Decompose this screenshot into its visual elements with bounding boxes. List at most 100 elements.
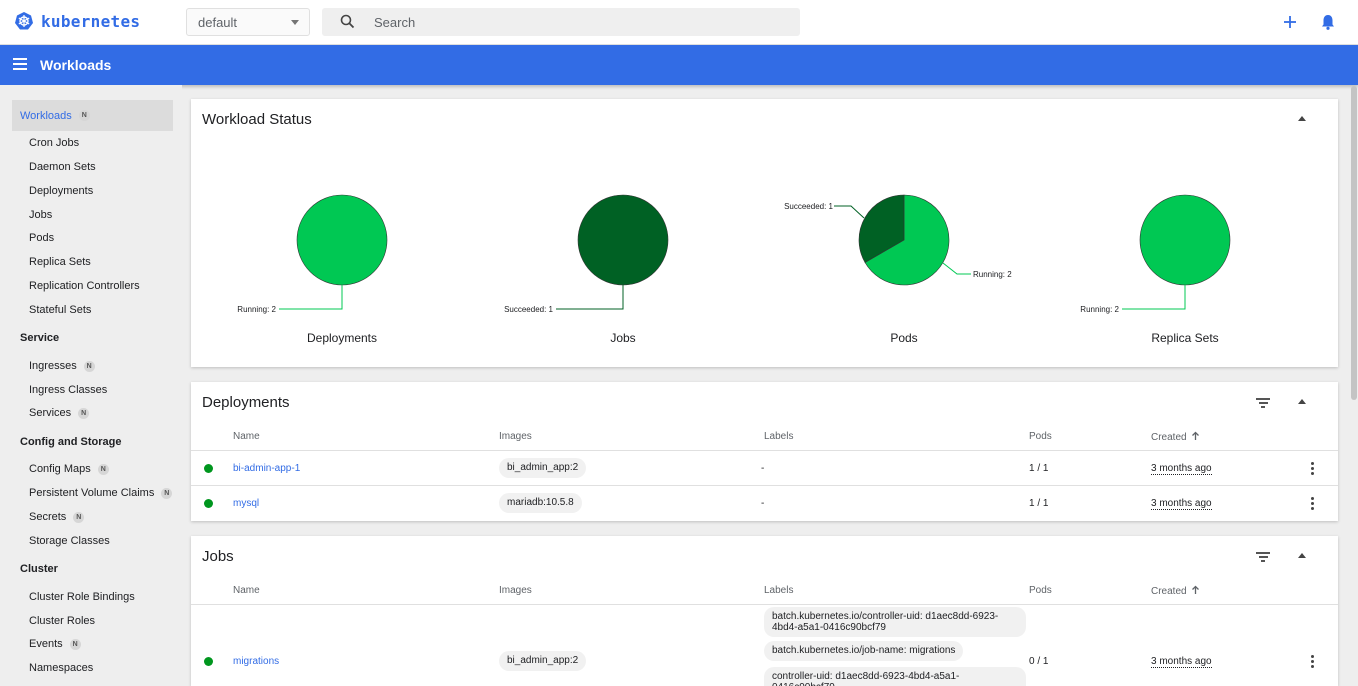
sidebar-item-persistent-volume-claims[interactable]: Persistent Volume Claims N xyxy=(29,486,173,500)
deployment-name-link[interactable]: bi-admin-app-1 xyxy=(233,463,300,474)
sidebar-item-replication-controllers[interactable]: Replication Controllers xyxy=(29,279,140,293)
kebab-icon[interactable] xyxy=(1311,462,1314,477)
sidebar: Workloads N Cron Jobs Daemon Sets Deploym… xyxy=(0,85,182,686)
chevron-down-icon xyxy=(291,20,299,25)
sidebar-item-replica-sets[interactable]: Replica Sets xyxy=(29,255,91,269)
sidebar-item-workloads[interactable]: Workloads N xyxy=(12,100,173,131)
sidebar-item-storage-classes[interactable]: Storage Classes xyxy=(29,534,110,548)
sidebar-item-deployments[interactable]: Deployments xyxy=(29,184,93,198)
menu-icon[interactable] xyxy=(13,58,27,72)
image-chip: bi_admin_app:2 xyxy=(499,651,587,671)
slice-label-succeeded: Succeeded: 1 xyxy=(784,202,833,211)
column-header-images: Images xyxy=(499,585,532,596)
namespace-select[interactable]: default xyxy=(186,8,310,36)
collapse-icon[interactable] xyxy=(1298,553,1306,558)
bell-icon[interactable] xyxy=(1318,12,1338,32)
created-value: 3 months ago xyxy=(1151,656,1212,668)
logo[interactable]: kubernetes xyxy=(14,11,140,31)
sidebar-item-cron-jobs[interactable]: Cron Jobs xyxy=(29,136,79,150)
new-badge: N xyxy=(73,511,85,523)
created-value: 3 months ago xyxy=(1151,498,1212,510)
kubernetes-wheel-icon xyxy=(15,12,33,30)
chart-title: Pods xyxy=(890,331,918,345)
callout-line xyxy=(556,285,624,310)
label-chip: controller-uid: d1aec8dd-6923-4bd4-a5a1-… xyxy=(764,667,1026,686)
sidebar-item-secrets[interactable]: Secrets N xyxy=(29,510,85,524)
chart-jobs: Succeeded: 1 Jobs xyxy=(480,99,766,367)
page-title: Workloads xyxy=(40,57,112,73)
sidebar-item-jobs[interactable]: Jobs xyxy=(29,208,52,222)
pie-slices xyxy=(296,194,388,286)
namespace-value: default xyxy=(198,15,238,30)
sidebar-section-cluster: Cluster xyxy=(20,563,58,575)
search-icon xyxy=(340,14,355,29)
pie-slices xyxy=(858,194,950,286)
sidebar-item-cluster-roles[interactable]: Cluster Roles xyxy=(29,614,95,628)
new-badge: N xyxy=(97,463,109,475)
column-header-name[interactable]: Name xyxy=(233,585,260,596)
plus-icon[interactable] xyxy=(1280,12,1300,32)
filter-icon[interactable] xyxy=(1256,398,1270,408)
row-divider xyxy=(191,450,1338,451)
new-badge: N xyxy=(83,360,95,372)
row-divider xyxy=(191,604,1338,605)
card-title: Deployments xyxy=(202,394,290,411)
status-ok-icon xyxy=(204,464,213,473)
sidebar-section-service: Service xyxy=(20,332,60,344)
collapse-icon[interactable] xyxy=(1298,399,1306,404)
sidebar-item-pods[interactable]: Pods xyxy=(29,231,54,245)
filter-icon[interactable] xyxy=(1256,552,1270,562)
label-chip: batch.kubernetes.io/controller-uid: d1ae… xyxy=(764,607,1026,637)
pods-value: 1 / 1 xyxy=(1029,498,1049,509)
status-ok-icon xyxy=(204,657,213,666)
deployment-name-link[interactable]: mysql xyxy=(233,498,259,509)
deployments-pie: Running: 2 xyxy=(237,194,388,314)
jobs-pie: Succeeded: 1 xyxy=(504,194,669,314)
column-header-created[interactable]: Created xyxy=(1151,585,1200,597)
sidebar-item-config-maps[interactable]: Config Maps N xyxy=(29,462,109,476)
new-badge: N xyxy=(78,110,90,121)
sidebar-section-config: Config and Storage xyxy=(20,436,122,448)
chart-pods: Succeeded: 1 Running: 2 Pods xyxy=(761,99,1047,367)
sidebar-item-events[interactable]: Events N xyxy=(29,637,81,651)
kebab-icon[interactable] xyxy=(1311,497,1314,512)
jobs-card: Jobs Name Images Labels Pods Created mig… xyxy=(191,536,1338,686)
sidebar-item-cluster-role-bindings[interactable]: Cluster Role Bindings xyxy=(29,590,135,604)
sidebar-item-ingress-classes[interactable]: Ingress Classes xyxy=(29,383,107,397)
callout-line xyxy=(942,262,971,275)
sidebar-item-daemon-sets[interactable]: Daemon Sets xyxy=(29,160,96,174)
labels-value: - xyxy=(761,463,765,474)
pie-slices xyxy=(577,194,669,286)
sidebar-item-stateful-sets[interactable]: Stateful Sets xyxy=(29,303,91,317)
column-header-pods: Pods xyxy=(1029,585,1052,596)
workload-status-card: Workload Status Running: 2 Deployments S… xyxy=(191,99,1338,367)
sidebar-item-namespaces[interactable]: Namespaces xyxy=(29,661,93,675)
sidebar-item-ingresses[interactable]: Ingresses N xyxy=(29,359,95,373)
labels-value: - xyxy=(761,498,765,509)
chart-title: Deployments xyxy=(306,331,378,345)
search-input[interactable] xyxy=(374,12,774,32)
slice-label: Running: 2 xyxy=(237,305,276,314)
pods-value: 0 / 1 xyxy=(1029,656,1049,667)
kebab-icon[interactable] xyxy=(1311,655,1314,670)
column-header-created[interactable]: Created xyxy=(1151,431,1200,443)
chart-title: Replica Sets xyxy=(1151,331,1219,345)
pie-slice-running xyxy=(1139,194,1231,286)
column-header-pods: Pods xyxy=(1029,431,1052,442)
job-name-link[interactable]: migrations xyxy=(233,656,279,667)
top-bar: kubernetes default xyxy=(0,0,1358,45)
slice-label: Succeeded: 1 xyxy=(504,305,553,314)
callout-line xyxy=(1122,285,1186,310)
arrow-up-icon xyxy=(1192,585,1200,594)
pie-slice-running xyxy=(296,194,388,286)
column-header-name[interactable]: Name xyxy=(233,431,260,442)
sidebar-item-services[interactable]: Services N xyxy=(29,406,90,420)
scrollbar[interactable] xyxy=(1351,86,1357,400)
search-bar[interactable] xyxy=(322,8,800,36)
new-badge: N xyxy=(78,407,90,419)
chart-replica-sets: Running: 2 Replica Sets xyxy=(1042,99,1328,367)
slice-label: Running: 2 xyxy=(1080,305,1119,314)
pie-slices xyxy=(1139,194,1231,286)
chart-title: Jobs xyxy=(610,331,636,345)
label-chip: batch.kubernetes.io/job-name: migrations xyxy=(764,641,964,661)
